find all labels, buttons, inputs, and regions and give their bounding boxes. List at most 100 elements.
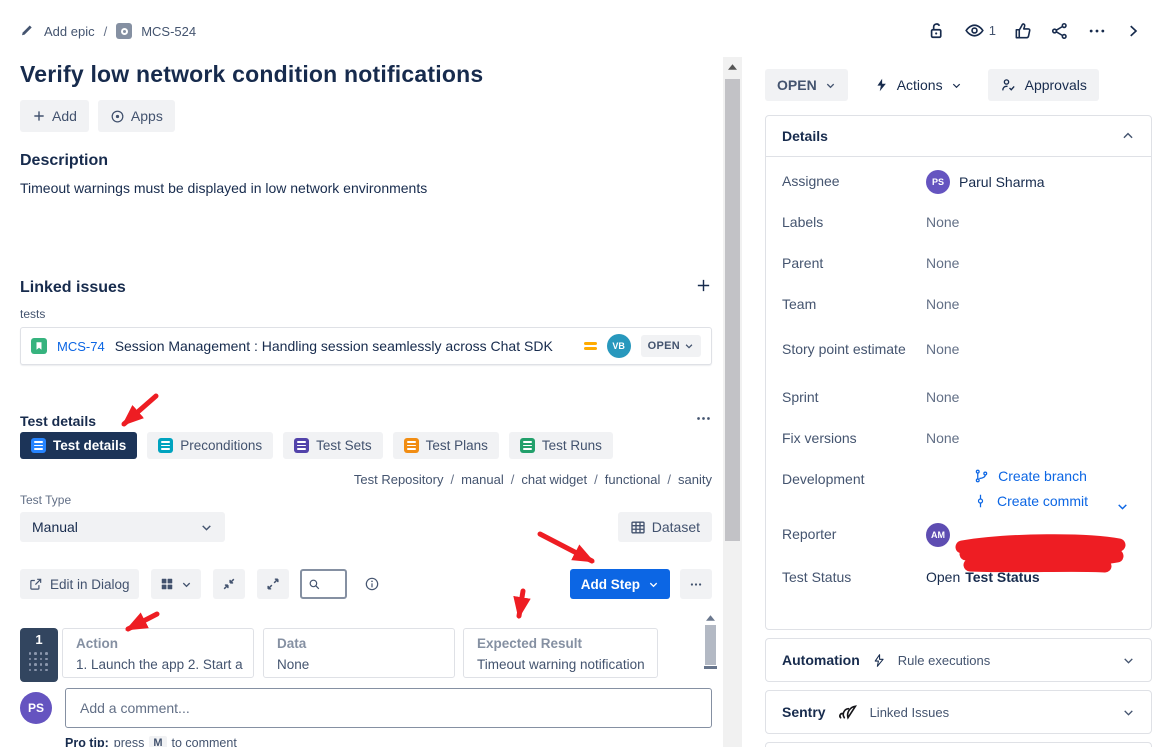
share-icon[interactable]: [1050, 21, 1070, 41]
field-team: Team None: [782, 293, 1135, 317]
dataset-button[interactable]: Dataset: [618, 512, 712, 542]
steps-more-button[interactable]: [680, 569, 712, 599]
branch-icon: [974, 468, 989, 484]
field-value[interactable]: None: [926, 427, 1135, 446]
path-segment[interactable]: manual: [461, 472, 504, 487]
field-story-points: Story point estimate None: [782, 338, 1135, 362]
test-type-select[interactable]: Manual: [20, 512, 225, 542]
approvals-label: Approvals: [1025, 77, 1087, 93]
layout-button[interactable]: [151, 569, 201, 599]
scroll-up-icon[interactable]: [706, 615, 715, 621]
scroll-up-button[interactable]: [723, 57, 742, 76]
test-issue-type-icon: [116, 23, 132, 39]
scrollbar-thumb[interactable]: [705, 625, 716, 665]
tab-test-details[interactable]: Test details: [20, 432, 137, 459]
comment-input[interactable]: [65, 688, 712, 728]
chevron-up-icon[interactable]: [1121, 129, 1135, 143]
avatar[interactable]: VB: [607, 334, 631, 358]
create-commit-link[interactable]: Create commit: [973, 493, 1088, 509]
collapse-all-button[interactable]: [213, 569, 245, 599]
description-text[interactable]: Timeout warnings must be displayed in lo…: [20, 180, 427, 196]
test-type-label: Test Type: [20, 493, 71, 507]
details-fields: Assignee PS Parul Sharma Labels None Par…: [766, 157, 1151, 590]
chevron-down-icon[interactable]: [1116, 500, 1129, 513]
step-row-number[interactable]: 1: [20, 628, 58, 682]
test-runs-tab-icon: [520, 438, 535, 453]
comment-protip: Pro tip: press M to comment: [65, 736, 237, 747]
steps-info-icon[interactable]: [364, 576, 380, 592]
collapse-panel-icon[interactable]: [1124, 22, 1142, 40]
field-value[interactable]: None: [926, 338, 1135, 357]
more-options-icon: [689, 577, 703, 592]
tab-test-plans[interactable]: Test Plans: [393, 432, 499, 459]
edit-in-dialog-button[interactable]: Edit in Dialog: [20, 569, 139, 599]
reporter-value[interactable]: AM: [926, 523, 1135, 547]
automation-panel[interactable]: Automation Rule executions: [765, 638, 1152, 682]
field-label: Story point estimate: [782, 338, 926, 357]
assignee-value[interactable]: PS Parul Sharma: [926, 170, 1135, 194]
breadcrumb-issue-key[interactable]: MCS-524: [141, 24, 196, 39]
main-content: Verify low network condition notificatio…: [20, 55, 712, 747]
status-button[interactable]: OPEN: [765, 69, 848, 101]
more-options-icon[interactable]: [1087, 21, 1107, 41]
chevron-down-icon[interactable]: [1122, 654, 1135, 667]
linked-issue-summary[interactable]: Session Management : Handling session se…: [115, 338, 574, 354]
sidebar-actions: OPEN Actions Approvals: [765, 69, 1099, 101]
linked-issues-heading: Linked issues: [20, 279, 126, 297]
path-separator: /: [667, 472, 671, 487]
automation-title: Automation: [782, 652, 860, 668]
step-action-text: 1. Launch the app 2. Start a: [76, 657, 240, 672]
tab-label: Test Plans: [426, 438, 488, 453]
commit-icon: [973, 493, 988, 509]
add-button[interactable]: Add: [20, 100, 89, 132]
steps-scrollbar[interactable]: [703, 612, 718, 672]
field-development: Development Create branch Create commit: [782, 468, 1135, 509]
field-value[interactable]: None: [926, 386, 1135, 405]
step-data-cell[interactable]: Data None: [263, 628, 455, 678]
sentry-panel[interactable]: Sentry Linked Issues: [765, 690, 1152, 734]
linked-issue-status-badge[interactable]: OPEN: [641, 335, 701, 357]
tab-test-sets[interactable]: Test Sets: [283, 432, 383, 459]
issue-view: Add epic / MCS-524 1: [0, 0, 1152, 747]
chevron-down-icon: [825, 80, 836, 91]
field-fix-versions: Fix versions None: [782, 427, 1135, 451]
tab-preconditions[interactable]: Preconditions: [147, 432, 273, 459]
path-segment[interactable]: sanity: [678, 472, 712, 487]
apps-button[interactable]: Apps: [98, 100, 175, 132]
step-expected-cell[interactable]: Expected Result Timeout warning notifica…: [463, 628, 658, 678]
path-segment[interactable]: functional: [605, 472, 661, 487]
priority-medium-icon: [584, 342, 597, 350]
field-value[interactable]: None: [926, 252, 1135, 271]
scrollbar-thumb[interactable]: [725, 79, 740, 541]
like-icon[interactable]: [1013, 21, 1033, 41]
path-segment[interactable]: Test Repository: [354, 472, 444, 487]
breadcrumb-add-epic[interactable]: Add epic: [44, 24, 95, 39]
watch-icon[interactable]: 1: [964, 20, 996, 41]
step-search-input[interactable]: [321, 577, 341, 592]
test-details-more-icon[interactable]: [695, 410, 712, 432]
step-search[interactable]: [300, 569, 347, 599]
main-scrollbar[interactable]: [723, 57, 742, 747]
step-data-text: None: [277, 657, 441, 672]
field-label: Assignee: [782, 170, 926, 189]
test-status-value[interactable]: Open Test Status: [926, 566, 1135, 585]
approvals-button[interactable]: Approvals: [988, 69, 1099, 101]
linked-issue-key[interactable]: MCS-74: [57, 339, 105, 354]
expand-all-button[interactable]: [257, 569, 289, 599]
unlock-icon[interactable]: [927, 21, 947, 41]
keyboard-key-hint: M: [149, 736, 166, 747]
drag-handle-icon[interactable]: [29, 652, 50, 673]
field-value[interactable]: None: [926, 293, 1135, 312]
linked-issue-row[interactable]: MCS-74 Session Management : Handling ses…: [20, 327, 712, 365]
tab-test-runs[interactable]: Test Runs: [509, 432, 613, 459]
step-action-cell[interactable]: Action 1. Launch the app 2. Start a: [62, 628, 254, 678]
add-linked-issue-icon[interactable]: [695, 277, 712, 299]
path-segment[interactable]: chat widget: [521, 472, 587, 487]
actions-button[interactable]: Actions: [870, 69, 966, 101]
avatar[interactable]: PS: [20, 692, 52, 724]
details-panel-header[interactable]: Details: [766, 116, 1151, 157]
add-step-button[interactable]: Add Step: [570, 569, 670, 599]
field-value[interactable]: None: [926, 211, 1135, 230]
create-branch-link[interactable]: Create branch: [974, 468, 1087, 484]
chevron-down-icon[interactable]: [1122, 706, 1135, 719]
